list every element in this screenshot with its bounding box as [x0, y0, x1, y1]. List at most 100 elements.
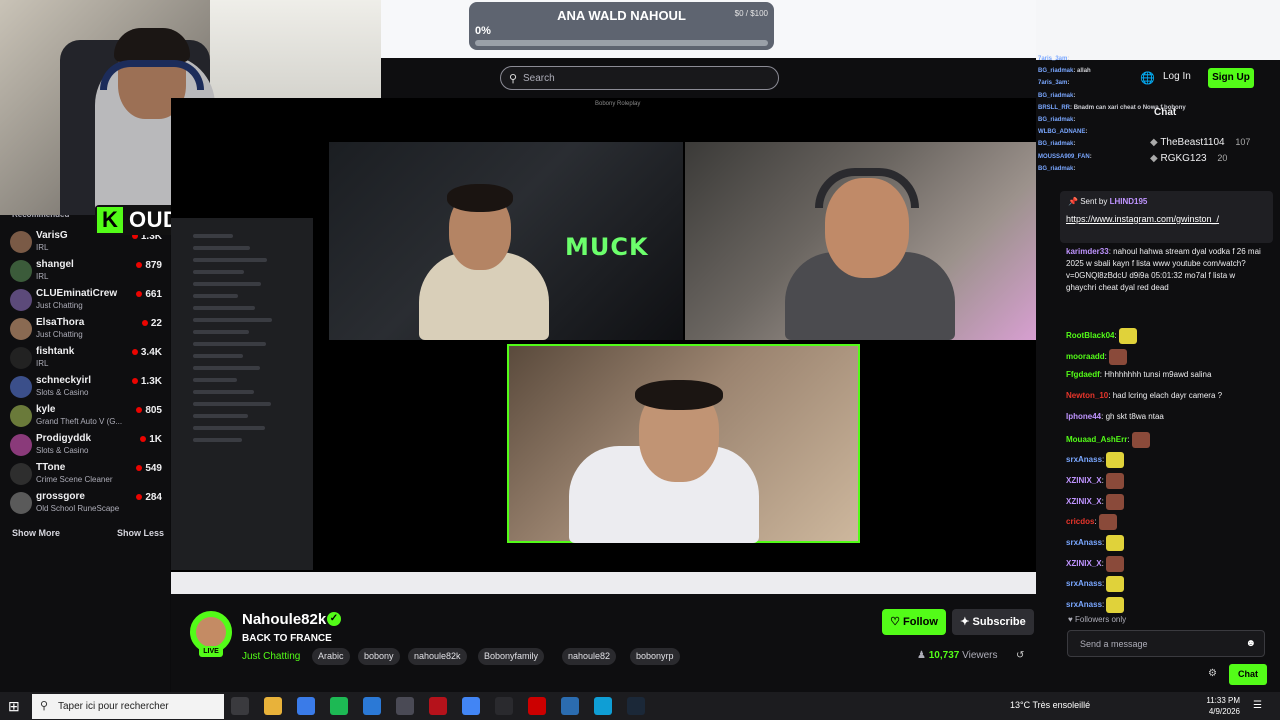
- neon-sign: MUCK: [565, 233, 649, 261]
- stream-tag[interactable]: nahoule82: [562, 648, 617, 665]
- sidebar-viewer-count: 284: [136, 492, 162, 503]
- chat-emote-icon: [1106, 452, 1125, 469]
- sidebar-channel-item[interactable]: Prodigyddk Slots & Casino 1K: [10, 431, 162, 459]
- chat-username[interactable]: XZINIX_X: [1066, 497, 1102, 506]
- stream-tag[interactable]: Arabic: [312, 648, 350, 665]
- discord-row: [193, 366, 260, 370]
- sidebar-viewers: 3.4K: [140, 347, 162, 358]
- stream-tag[interactable]: Bobonyfamily: [478, 648, 545, 665]
- sidebar-viewer-count: 661: [136, 289, 162, 300]
- chat-username[interactable]: XZINIX_X: [1066, 559, 1102, 568]
- category-link[interactable]: Just Chatting: [242, 651, 300, 662]
- taskbar-search-input[interactable]: ⚲ Taper ici pour rechercher: [32, 694, 224, 719]
- chat-username[interactable]: mooraadd: [1066, 352, 1105, 361]
- cam-bottom-hair: [635, 380, 723, 410]
- windows-start-icon[interactable]: ⊞: [8, 698, 20, 715]
- settings-app-icon[interactable]: [561, 697, 579, 715]
- gifter-badge-icon: ◆: [1150, 153, 1158, 164]
- weather-widget[interactable]: 13°C Très ensoleillé: [1010, 700, 1090, 710]
- channel-avatar: [10, 492, 32, 514]
- overlay-chat-line: 7aris_3am:: [1038, 56, 1070, 62]
- overlay-chat-line: BG_riadmak: allah: [1038, 68, 1091, 75]
- sidebar-channel-item[interactable]: grossgore Old School RuneScape 284: [10, 489, 162, 517]
- chrome-icon[interactable]: [462, 697, 480, 715]
- discord-row: [193, 294, 238, 298]
- sidebar-channel-item[interactable]: kyle Grand Theft Auto V (G... 805: [10, 402, 162, 430]
- sidebar-channel-item[interactable]: fishtank IRL 3.4K: [10, 344, 162, 372]
- gear-icon[interactable]: ⚙: [1208, 668, 1217, 679]
- gifter-name: TheBeast1104: [1160, 137, 1225, 148]
- sidebar-channel-item[interactable]: schneckyirl Slots & Casino 1.3K: [10, 373, 162, 401]
- overlay-chat-user: MOUSSA909_FAN: [1038, 153, 1090, 160]
- show-less-link[interactable]: Show Less: [117, 528, 164, 538]
- chat-username[interactable]: karimder33: [1066, 247, 1109, 256]
- overlay-chat-user: BG_riadmak: [1038, 68, 1074, 75]
- sidebar-channel-item[interactable]: shangel IRL 879: [10, 257, 162, 285]
- clock-time: 11:33 PM: [1206, 696, 1240, 705]
- emoji-icon[interactable]: ☻: [1245, 638, 1256, 649]
- youtube-app-icon[interactable]: [528, 697, 546, 715]
- top-gifter[interactable]: ◆ TheBeast1104 107: [1150, 137, 1250, 148]
- chat-send-button[interactable]: Chat: [1229, 664, 1267, 685]
- chat-username[interactable]: Newton_10: [1066, 391, 1108, 400]
- chat-username[interactable]: XZINIX_X: [1066, 476, 1102, 485]
- file-explorer-icon[interactable]: [264, 697, 282, 715]
- chat-emote-icon: [1106, 576, 1125, 593]
- app-icon[interactable]: [495, 697, 513, 715]
- gifter-count: 107: [1235, 137, 1251, 147]
- channel-avatar: [10, 289, 32, 311]
- sidebar-channel-name: fishtank: [36, 346, 75, 357]
- store-icon[interactable]: [297, 697, 315, 715]
- viewer-number: 10,737: [928, 650, 960, 661]
- sidebar-channel-item[interactable]: CLUEminatiCrew Just Chatting 661: [10, 286, 162, 314]
- chat-username[interactable]: srxAnass: [1066, 600, 1102, 609]
- chat-username[interactable]: srxAnass: [1066, 538, 1102, 547]
- task-view-icon[interactable]: [231, 697, 249, 715]
- sidebar-channel-category: Grand Theft Auto V (G...: [36, 417, 123, 426]
- top-gifter[interactable]: ◆ RGKG123 20: [1150, 153, 1227, 164]
- chat-username[interactable]: RootBlack04: [1066, 331, 1114, 340]
- chat-username[interactable]: Ffgdaedf: [1066, 370, 1100, 379]
- sidebar-channel-item[interactable]: ElsaThora Just Chatting 22: [10, 315, 162, 343]
- viewer-label: Viewers: [962, 650, 998, 661]
- signup-button[interactable]: Sign Up: [1208, 68, 1254, 88]
- pinned-link[interactable]: https://www.instagram.com/gwinston_/: [1066, 213, 1262, 226]
- chat-message: XZINIX_X:: [1066, 555, 1266, 572]
- search-input[interactable]: ⚲ Search: [500, 66, 779, 90]
- spotify-icon[interactable]: [330, 697, 348, 715]
- globe-icon[interactable]: 🌐: [1140, 71, 1155, 85]
- steam-icon[interactable]: [627, 697, 645, 715]
- channel-name[interactable]: Nahoule82k: [242, 611, 326, 628]
- notification-icon[interactable]: ☰: [1253, 700, 1262, 711]
- discord-row: [193, 246, 250, 250]
- show-more-link[interactable]: Show More: [12, 528, 60, 538]
- vpn-icon[interactable]: [396, 697, 414, 715]
- share-icon[interactable]: ↺: [1016, 650, 1024, 661]
- gifter-badge-icon: ◆: [1150, 137, 1158, 148]
- chat-emote-icon: [1106, 597, 1125, 614]
- stream-tag[interactable]: nahoule82k: [408, 648, 467, 665]
- verified-icon: ✓: [327, 612, 341, 626]
- subscribe-button[interactable]: ✦ Subscribe: [952, 609, 1034, 635]
- acrobat-icon[interactable]: [429, 697, 447, 715]
- discord-row: [193, 390, 254, 394]
- sidebar-channel-item[interactable]: TTone Crime Scene Cleaner 549: [10, 460, 162, 488]
- sidebar-channel-category: Just Chatting: [36, 330, 83, 339]
- edge-icon[interactable]: [594, 697, 612, 715]
- chat-username[interactable]: srxAnass: [1066, 455, 1102, 464]
- chat-username[interactable]: Mouaad_AshErr: [1066, 435, 1127, 444]
- mail-icon[interactable]: [363, 697, 381, 715]
- sidebar-viewer-count: 22: [141, 318, 162, 329]
- chat-username[interactable]: cricdos: [1066, 517, 1094, 526]
- stream-tag[interactable]: bobonyrp: [630, 648, 680, 665]
- chat-username[interactable]: Iphone44: [1066, 412, 1101, 421]
- chat-username[interactable]: srxAnass: [1066, 580, 1102, 589]
- follow-button[interactable]: ♡ Follow: [882, 609, 946, 635]
- stream-tag[interactable]: bobony: [358, 648, 400, 665]
- taskbar-clock[interactable]: 11:33 PM 4/9/2026: [1200, 695, 1240, 717]
- pinned-message[interactable]: 📌 Sent by LHIND195 https://www.instagram…: [1060, 191, 1273, 243]
- discord-row: [193, 258, 267, 262]
- chat-message-input[interactable]: Send a message ☻: [1067, 630, 1265, 657]
- live-dot-icon: [136, 291, 143, 297]
- login-button[interactable]: Log In: [1163, 71, 1191, 82]
